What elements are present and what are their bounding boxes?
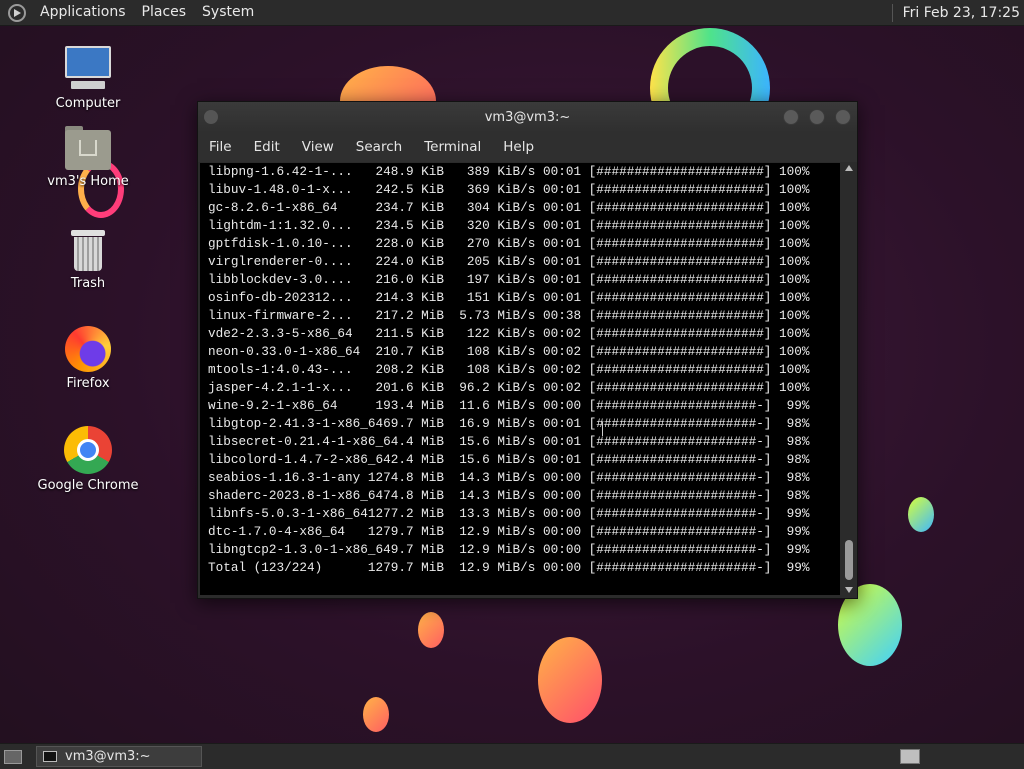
terminal-line: libgtop-2.41.3-1-x86_6469.7 MiB 16.9 MiB… [208, 416, 810, 431]
distro-logo-icon[interactable] [8, 3, 26, 22]
terminal-line: wine-9.2-1-x86_64 193.4 MiB 11.6 MiB/s 0… [208, 398, 810, 413]
terminal-line: jasper-4.2.1-1-x... 201.6 KiB 96.2 KiB/s… [208, 380, 810, 395]
chrome-icon [64, 426, 112, 474]
home-folder-icon [65, 126, 111, 170]
bottom-panel: vm3@vm3:~ [0, 743, 1024, 769]
terminal-line: seabios-1.16.3-1-any 1274.8 MiB 14.3 MiB… [208, 470, 810, 485]
menu-places[interactable]: Places [134, 0, 195, 25]
menu-edit[interactable]: Edit [244, 139, 292, 155]
menu-system[interactable]: System [194, 0, 262, 25]
terminal-line: libblockdev-3.0.... 216.0 KiB 197 KiB/s … [208, 272, 810, 287]
terminal-line: neon-0.33.0-1-x86_64 210.7 KiB 108 KiB/s… [208, 344, 810, 359]
minimize-button[interactable] [783, 109, 799, 125]
scroll-up-arrow-icon[interactable] [845, 165, 853, 171]
clock[interactable]: Fri Feb 23, 17:25 [903, 5, 1024, 21]
terminal-line: shaderc-2023.8-1-x86_6474.8 MiB 14.3 MiB… [208, 488, 810, 503]
terminal-line: vde2-2.3.3-5-x86_64 211.5 KiB 122 KiB/s … [208, 326, 810, 341]
menu-search[interactable]: Search [346, 139, 414, 155]
desktop-icon-home[interactable]: vm3's Home [28, 126, 148, 189]
show-desktop-icon[interactable] [4, 749, 22, 764]
desktop-icon-label: Firefox [66, 376, 110, 391]
menu-file[interactable]: File [198, 139, 244, 155]
terminal-icon [43, 751, 57, 762]
close-button[interactable] [835, 109, 851, 125]
window-titlebar[interactable]: vm3@vm3:~ [198, 102, 857, 132]
wallpaper-blob [363, 697, 389, 732]
terminal-line: libngtcp2-1.3.0-1-x86_649.7 MiB 12.9 MiB… [208, 542, 810, 557]
computer-icon [63, 46, 113, 92]
wallpaper-blob [908, 497, 934, 532]
terminal-line: virglrenderer-0.... 224.0 KiB 205 KiB/s … [208, 254, 810, 269]
desktop-icon-chrome[interactable]: Google Chrome [28, 426, 148, 493]
taskbar-item-label: vm3@vm3:~ [65, 749, 151, 764]
terminal-line: osinfo-db-202312... 214.3 KiB 151 KiB/s … [208, 290, 810, 305]
scroll-down-arrow-icon[interactable] [845, 587, 853, 593]
terminal-line: libsecret-0.21.4-1-x86_64.4 MiB 15.6 MiB… [208, 434, 810, 449]
terminal-line: libcolord-1.4.7-2-x86_642.4 MiB 15.6 MiB… [208, 452, 810, 467]
panel-separator [891, 3, 893, 22]
terminal-line: libpng-1.6.42-1-... 248.9 KiB 389 KiB/s … [208, 164, 810, 179]
desktop-icon-computer[interactable]: Computer [28, 46, 148, 111]
terminal-line: gptfdisk-1.0.10-... 228.0 KiB 270 KiB/s … [208, 236, 810, 251]
wallpaper-blob [418, 612, 444, 648]
desktop-icon-trash[interactable]: Trash [28, 230, 148, 291]
desktop-icon-label: vm3's Home [47, 174, 129, 189]
wallpaper-blob [538, 637, 602, 723]
top-panel: Applications Places System Fri Feb 23, 1… [0, 0, 1024, 26]
terminal-line: Total (123/224) 1279.7 MiB 12.9 MiB/s 00… [208, 560, 810, 575]
window-controls [783, 109, 851, 125]
terminal-line: linux-firmware-2... 217.2 MiB 5.73 MiB/s… [208, 308, 810, 323]
scrollbar-thumb[interactable] [845, 540, 853, 580]
terminal-line: lightdm-1:1.32.0... 234.5 KiB 320 KiB/s … [208, 218, 810, 233]
menu-terminal[interactable]: Terminal [414, 139, 493, 155]
firefox-icon [65, 326, 111, 372]
desktop-icon-label: Computer [55, 96, 121, 111]
desktop-icon-label: Trash [70, 276, 106, 291]
window-menu-icon[interactable] [204, 110, 218, 124]
terminal-menubar: File Edit View Search Terminal Help [198, 132, 857, 162]
terminal-window[interactable]: vm3@vm3:~ File Edit View Search Terminal… [197, 101, 858, 599]
terminal-output[interactable]: libpng-1.6.42-1-... 248.9 KiB 389 KiB/s … [200, 163, 840, 595]
menu-view[interactable]: View [292, 139, 346, 155]
terminal-line: dtc-1.7.0-4-x86_64 1279.7 MiB 12.9 MiB/s… [208, 524, 810, 539]
trash-icon [71, 230, 105, 272]
menu-help[interactable]: Help [493, 139, 546, 155]
text-cursor [602, 422, 603, 436]
desktop-icon-label: Google Chrome [37, 478, 139, 493]
terminal-line: libnfs-5.0.3-1-x86_641277.2 MiB 13.3 MiB… [208, 506, 810, 521]
terminal-scrollbar[interactable] [843, 163, 855, 595]
window-title: vm3@vm3:~ [484, 109, 571, 125]
workspace-switcher[interactable] [900, 749, 920, 764]
clock-area: Fri Feb 23, 17:25 [891, 3, 1024, 22]
terminal-line: libuv-1.48.0-1-x... 242.5 KiB 369 KiB/s … [208, 182, 810, 197]
terminal-line: mtools-1:4.0.43-... 208.2 KiB 108 KiB/s … [208, 362, 810, 377]
terminal-line: gc-8.2.6-1-x86_64 234.7 KiB 304 KiB/s 00… [208, 200, 810, 215]
menu-applications[interactable]: Applications [32, 0, 134, 25]
maximize-button[interactable] [809, 109, 825, 125]
desktop-icon-firefox[interactable]: Firefox [28, 326, 148, 391]
taskbar-item-terminal[interactable]: vm3@vm3:~ [36, 746, 202, 767]
